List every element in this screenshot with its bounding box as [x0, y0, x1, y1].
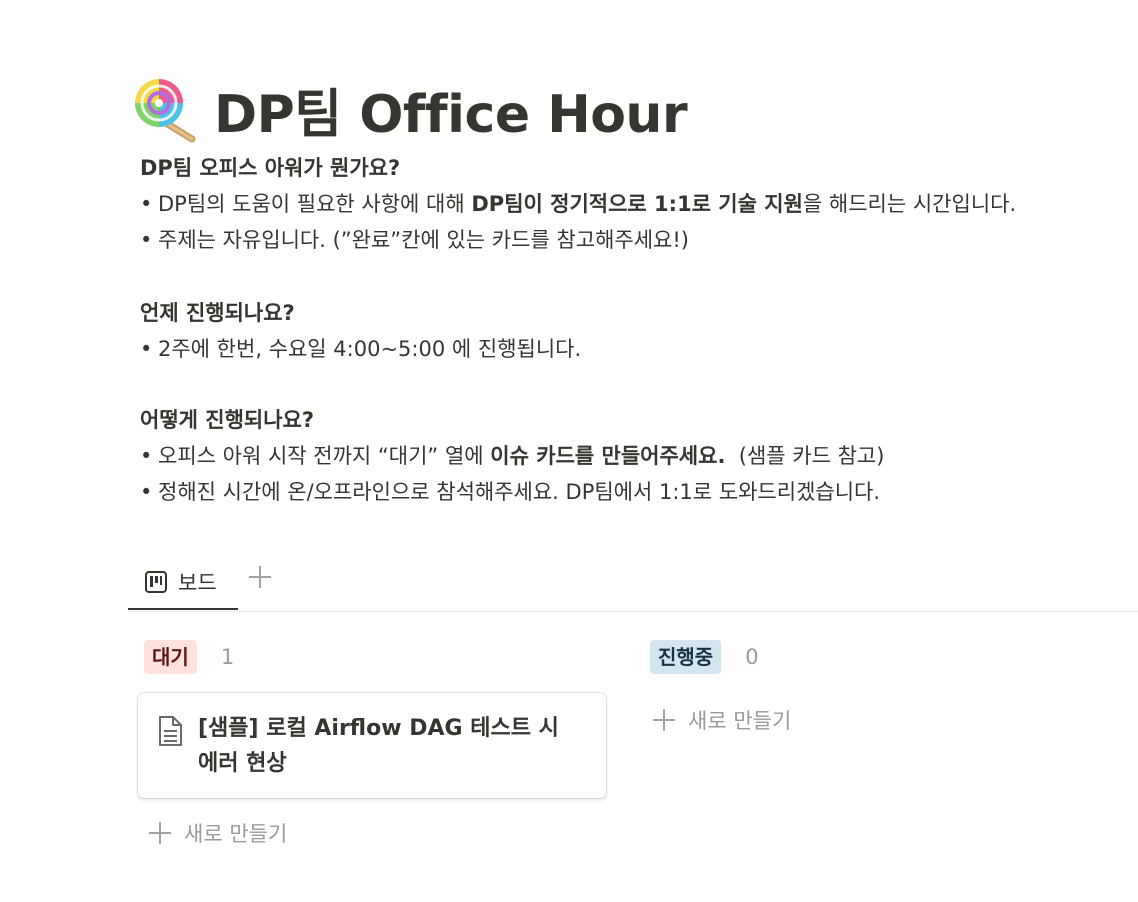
column-header: 대기 1	[138, 638, 608, 676]
column-header: 진행중 0	[644, 638, 944, 676]
intro-bullet-2: • 주제는 자유입니다. (”완료”칸에 있는 카드를 참고해주세요!)	[140, 228, 689, 252]
how-bullet-2: • 정해진 시간에 온/오프라인으로 참석해주세요. DP팀에서 1:1로 도와드…	[140, 480, 881, 504]
view-tabs: 보드	[128, 556, 1138, 612]
intro-section: DP팀 오피스 아워가 뭔가요? • DP팀의 도움이 필요한 사항에 대해 DP…	[140, 150, 1130, 258]
new-card-button[interactable]: 새로 만들기	[652, 705, 791, 735]
page-header: DP팀 Office Hour	[134, 72, 688, 147]
when-section: 언제 진행되나요? • 2주에 한번, 수요일 4:00~5:00 에 진행됩니다…	[140, 295, 1130, 367]
intro-bullet-1-pre: DP팀의 도움이 필요한 사항에 대해	[158, 192, 472, 216]
how-heading: 어떻게 진행되나요?	[140, 408, 315, 432]
when-heading: 언제 진행되나요?	[140, 301, 295, 325]
tab-board-label: 보드	[178, 571, 217, 595]
intro-bullet-1-post: 을 해드리는 시간입니다.	[802, 192, 1017, 216]
plus-icon	[149, 822, 171, 844]
board-column-waiting: 대기 1 [샘플] 로컬 Airflow DAG 테스트 시 에러 현상 새로 …	[138, 638, 608, 846]
intro-heading: DP팀 오피스 아워가 뭔가요?	[140, 156, 401, 180]
new-card-label: 새로 만들기	[184, 822, 288, 846]
how-bullet-1-bold: 이슈 카드를 만들어주세요.	[490, 444, 726, 468]
new-card-label: 새로 만들기	[688, 709, 792, 733]
lollipop-icon[interactable]	[134, 77, 200, 143]
how-bullet-1-post: (샘플 카드 참고)	[725, 444, 885, 468]
intro-bullet-2-text: 주제는 자유입니다. (”완료”칸에 있는 카드를 참고해주세요!)	[158, 228, 689, 252]
document-icon	[159, 716, 182, 746]
how-bullet-2-text: 정해진 시간에 온/오프라인으로 참석해주세요. DP팀에서 1:1로 도와드리…	[158, 480, 881, 504]
board-column-in-progress: 진행중 0 새로 만들기	[644, 638, 944, 733]
intro-bullet-1-bold: DP팀이 정기적으로 1:1로 기술 지원	[471, 192, 803, 216]
board-card[interactable]: [샘플] 로컬 Airflow DAG 테스트 시 에러 현상	[138, 693, 606, 798]
plus-icon	[653, 709, 675, 731]
card-title: [샘플] 로컬 Airflow DAG 테스트 시 에러 현상	[198, 716, 559, 776]
page: DP팀 Office Hour DP팀 오피스 아워가 뭔가요? • DP팀의 도…	[0, 0, 1138, 902]
status-badge[interactable]: 대기	[144, 640, 197, 674]
page-title[interactable]: DP팀 Office Hour	[214, 72, 688, 147]
how-section: 어떻게 진행되나요? • 오피스 아워 시작 전까지 “대기” 열에 이슈 카드를…	[140, 402, 1130, 510]
when-bullet-1: • 2주에 한번, 수요일 4:00~5:00 에 진행됩니다.	[140, 337, 582, 361]
intro-bullet-1: • DP팀의 도움이 필요한 사항에 대해 DP팀이 정기적으로 1:1로 기술 …	[140, 192, 1017, 216]
status-badge[interactable]: 진행중	[650, 640, 722, 674]
when-bullet-1-text: 2주에 한번, 수요일 4:00~5:00 에 진행됩니다.	[158, 337, 582, 361]
how-bullet-1: • 오피스 아워 시작 전까지 “대기” 열에 이슈 카드를 만들어주세요. (샘…	[140, 444, 885, 468]
add-view-button[interactable]	[246, 564, 274, 592]
new-card-button[interactable]: 새로 만들기	[148, 818, 287, 848]
board-icon	[145, 571, 167, 593]
tab-board[interactable]: 보드	[128, 556, 238, 610]
column-count: 1	[220, 645, 235, 669]
column-count: 0	[745, 645, 759, 669]
how-bullet-1-pre: 오피스 아워 시작 전까지 “대기” 열에	[158, 444, 491, 468]
plus-icon	[249, 566, 271, 588]
